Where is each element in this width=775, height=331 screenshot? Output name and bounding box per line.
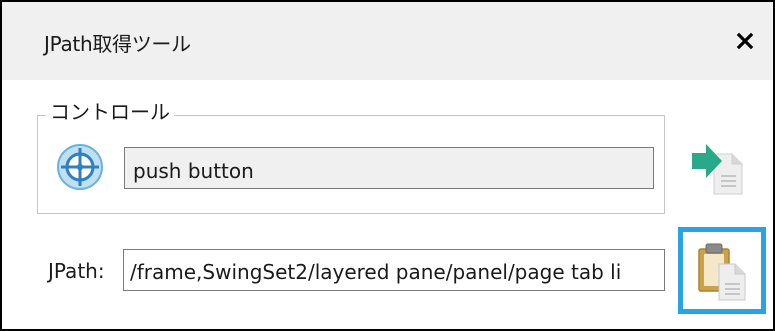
- close-icon: [736, 32, 754, 50]
- clipboard-copy-icon: [698, 243, 746, 301]
- title-bar: JPath取得ツール: [2, 2, 773, 80]
- control-name-field[interactable]: push button: [124, 147, 654, 189]
- copy-jpath-button[interactable]: [678, 227, 766, 314]
- crosshair-target-icon[interactable]: [55, 142, 105, 192]
- close-button[interactable]: [728, 24, 762, 58]
- window-title: JPath取得ツール: [44, 32, 191, 56]
- insert-control-button[interactable]: [688, 140, 750, 198]
- jpath-input[interactable]: /frame,SwingSet2/layered pane/panel/page…: [123, 249, 665, 291]
- control-group-legend: コントロール: [46, 100, 174, 124]
- jpath-tool-window: JPath取得ツール コントロール push button JPath: /fr…: [0, 0, 775, 331]
- arrow-into-document-icon: [692, 144, 743, 195]
- jpath-label: JPath:: [48, 259, 105, 283]
